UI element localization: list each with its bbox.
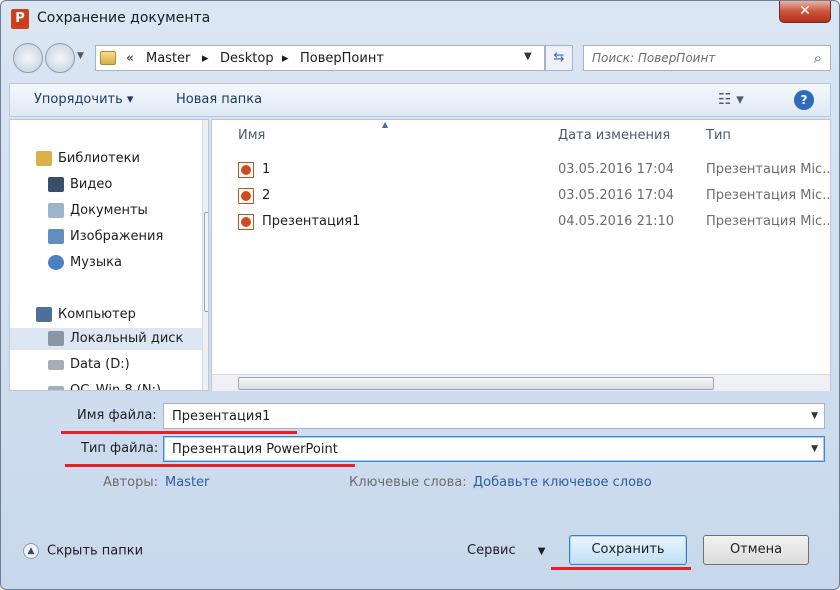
navigation-pane[interactable]: Библиотеки Видео Документы Изображения М… [9,119,209,391]
pptx-file-icon [238,188,254,204]
title-bar: P Сохранение документа ✕ [1,1,840,37]
chevron-down-icon: ▼ [537,546,546,557]
breadcrumb-desktop[interactable]: Desktop [220,51,274,66]
powerpoint-icon: P [11,9,29,29]
save-dialog: P Сохранение документа ✕ ▼ « Master ▸ De… [0,0,840,590]
nav-item-label: Музыка [70,255,122,270]
search-input[interactable]: Поиск: ПоверПоинт ⌕ [583,45,831,71]
pptx-file-icon [238,162,254,178]
file-date: 04.05.2016 21:10 [558,214,675,229]
file-type: Презентация Mic... [706,162,830,177]
recent-pages-dropdown[interactable]: ▼ [77,51,84,61]
filename-value: Презентация1 [172,409,271,424]
search-placeholder: Поиск: ПоверПоинт [592,51,716,65]
nav-item-label: Документы [70,203,148,218]
nav-item-local-disk[interactable]: Локальный диск [10,328,202,350]
file-type: Презентация Mic... [706,214,830,229]
filename-input[interactable]: Презентация1 ▼ [163,403,825,429]
pptx-file-icon [238,214,254,230]
video-icon [48,177,64,192]
filetype-label: Тип файла: [81,441,159,456]
drive-icon [48,386,64,390]
forward-button[interactable] [45,43,75,73]
hide-folders-label: Скрыть папки [47,543,144,559]
file-list-scroll-thumb[interactable] [238,377,714,390]
back-button[interactable] [13,43,43,73]
sort-indicator-icon: ▲ [382,120,389,129]
tools-menu[interactable]: Сервис ▼ [467,543,545,558]
address-row: ▼ « Master ▸ Desktop ▸ ПоверПоинт ▼ ⇆ По… [1,37,840,79]
file-list[interactable]: ▲ Имя Дата изменения Тип 1 03.05.2016 17… [211,119,831,391]
nav-scroll-thumb[interactable] [204,212,208,312]
authors-value[interactable]: Master [165,475,209,490]
documents-icon [48,203,64,218]
file-row[interactable]: Презентация1 04.05.2016 21:10 Презентаци… [212,210,832,234]
file-row[interactable]: 2 03.05.2016 17:04 Презентация Mic... [212,184,832,208]
authors-label: Авторы: [103,475,158,490]
keywords-label: Ключевые слова: [349,475,467,490]
search-icon[interactable]: ⌕ [814,49,822,67]
file-name: Презентация1 [262,214,361,229]
close-button[interactable]: ✕ [779,1,831,23]
file-name: 2 [262,188,271,203]
filetype-value: Презентация PowerPoint [172,442,338,457]
collapse-up-icon: ▲ [23,543,39,559]
breadcrumb-separator[interactable]: ▸ [282,51,289,66]
libraries-icon [36,151,52,166]
address-bar[interactable]: « Master ▸ Desktop ▸ ПоверПоинт ▼ [95,45,545,71]
view-options-icon[interactable]: ☷ ▾ [718,90,744,108]
nav-item-label: Компьютер [58,307,136,322]
tools-menu-label: Сервис [467,543,516,558]
annotation-underline [65,464,355,467]
column-header-type[interactable]: Тип [706,128,731,143]
local-disk-icon [48,331,64,346]
chevron-down-icon[interactable]: ▼ [811,411,818,421]
save-button[interactable]: Сохранить [569,535,687,565]
toolbar: Упорядочить ▾ Новая папка ☷ ▾ ? [9,83,831,117]
nav-scrollbar[interactable] [202,120,208,390]
annotation-underline [61,431,297,434]
pictures-icon [48,229,64,244]
column-header-name[interactable]: Имя [238,128,265,143]
breadcrumb-separator[interactable]: ▸ [202,51,209,66]
computer-icon [36,307,52,322]
file-row[interactable]: 1 03.05.2016 17:04 Презентация Mic... [212,158,832,182]
nav-item-label: Изображения [70,229,164,244]
filename-label: Имя файла: [77,408,157,423]
breadcrumb-master[interactable]: Master [146,51,190,66]
keywords-input[interactable]: Добавьте ключевое слово [473,475,652,490]
refresh-icon[interactable]: ⇆ [545,45,573,71]
breadcrumb-chevron[interactable]: « [126,51,134,66]
file-date: 03.05.2016 17:04 [558,188,675,203]
file-list-scrollbar[interactable] [212,374,830,391]
filetype-select[interactable]: Презентация PowerPoint ▼ [163,436,825,462]
music-icon [48,255,64,270]
nav-item-label: Локальный диск [70,331,184,346]
drive-icon [48,360,64,370]
chevron-down-icon[interactable]: ▼ [811,444,818,454]
file-name: 1 [262,162,271,177]
help-icon[interactable]: ? [794,90,814,110]
folder-icon [100,51,116,65]
nav-item-label: Data (D:) [70,357,130,372]
nav-item-label: Библиотеки [58,151,140,166]
file-date: 03.05.2016 17:04 [558,162,675,177]
new-folder-button[interactable]: Новая папка [176,92,262,107]
annotation-underline [551,567,691,570]
hide-folders-button[interactable]: ▲ Скрыть папки [23,543,143,559]
address-dropdown-icon[interactable]: ▼ [524,51,532,62]
column-header-date[interactable]: Дата изменения [558,128,670,143]
cancel-button[interactable]: Отмена [703,535,809,565]
organize-menu[interactable]: Упорядочить ▾ [34,92,133,107]
file-type: Презентация Mic... [706,188,830,203]
nav-item-label: ОС_Win 8 (N:) [70,383,162,391]
nav-item-label: Видео [70,177,113,192]
breadcrumb-powerpoint[interactable]: ПоверПоинт [300,51,384,66]
window-title: Сохранение документа [37,10,211,26]
